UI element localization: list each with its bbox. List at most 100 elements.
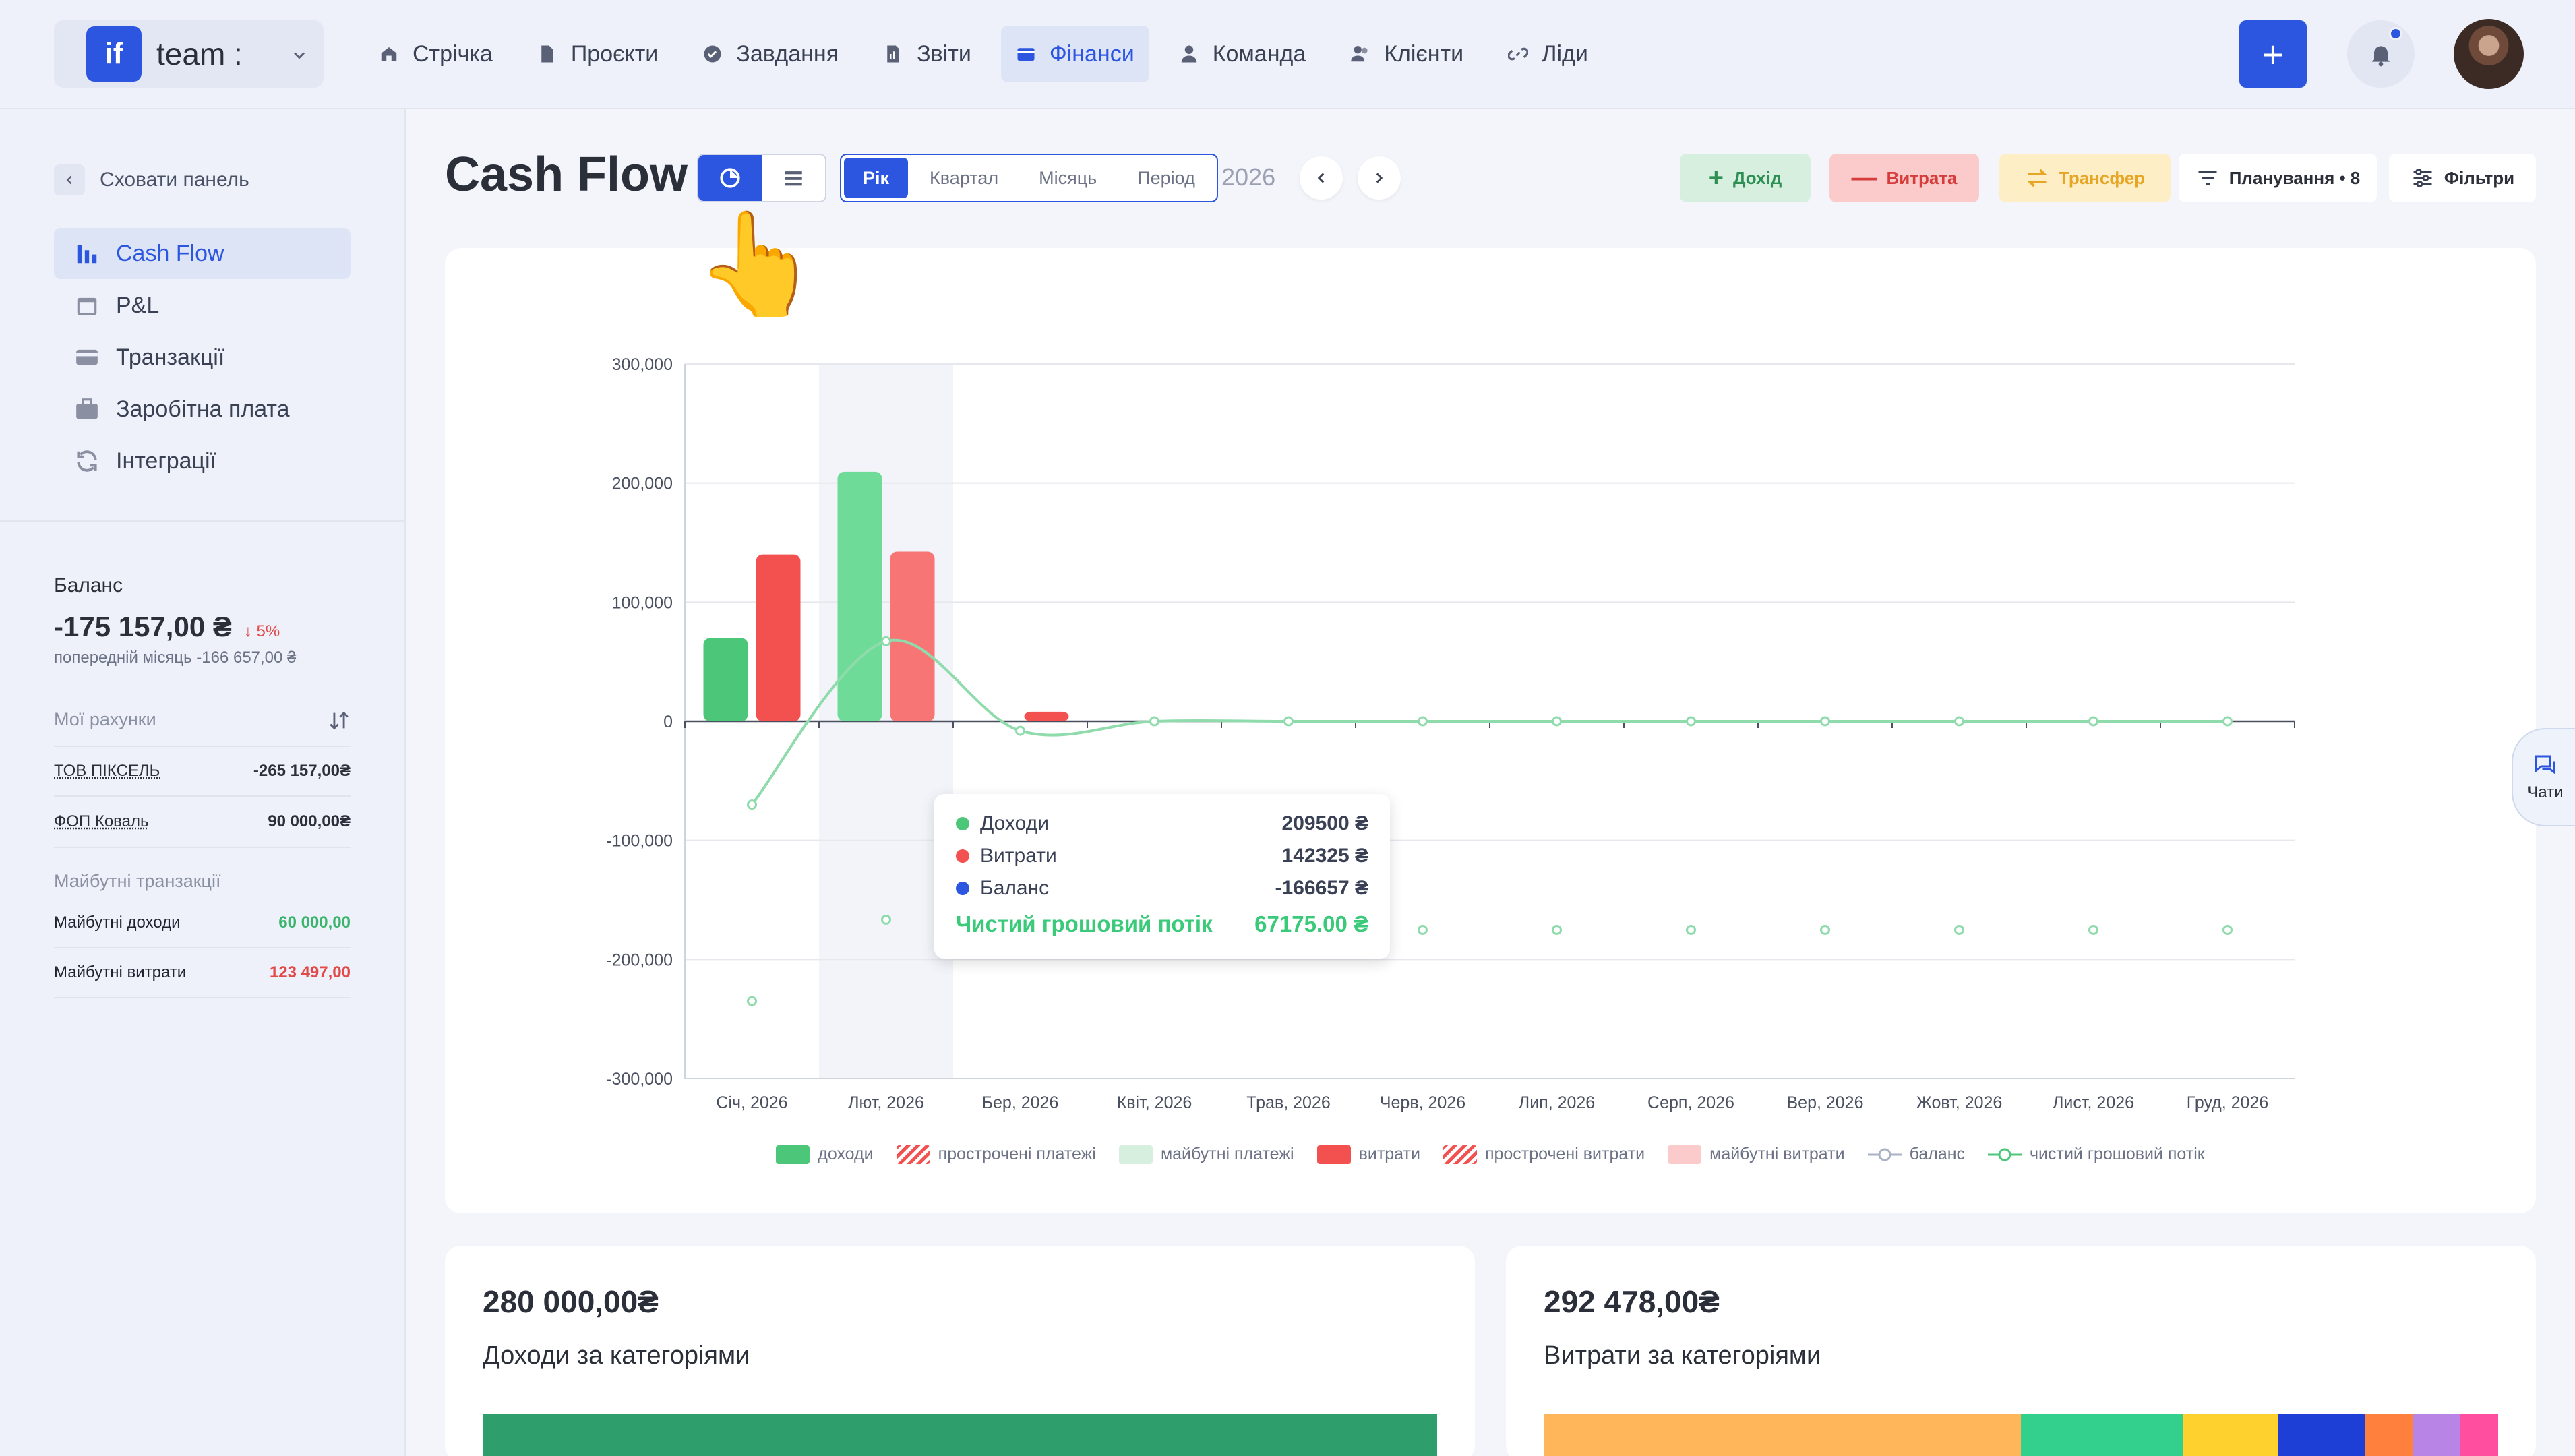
income-by-category-card: 280 000,00₴ Доходи за категоріями bbox=[445, 1246, 1475, 1456]
category-segment[interactable] bbox=[2021, 1414, 2183, 1456]
year-label: 2026 bbox=[1221, 163, 1275, 191]
list-view-button[interactable] bbox=[762, 155, 825, 201]
future-label: Майбутні доходи bbox=[54, 913, 181, 932]
cash-flow-chart[interactable]: 300,000 200,000 100,000 0 -100,000 -200,000 -3… bbox=[445, 248, 2536, 1145]
add-transfer-button[interactable]: Трансфер bbox=[1999, 154, 2171, 202]
next-year-button[interactable] bbox=[1358, 156, 1401, 200]
account-name: ФОП Коваль bbox=[54, 812, 149, 831]
tooltip-row-expense: Витрати 142325 ₴ bbox=[956, 840, 1368, 872]
nav-item-feed[interactable]: Стрічка bbox=[364, 26, 508, 82]
legend-swatch-expenses bbox=[1317, 1145, 1351, 1164]
tab-month[interactable]: Місяць bbox=[1020, 158, 1116, 198]
tooltip-value: -166657 ₴ bbox=[1275, 877, 1368, 900]
tooltip-row-balance: Баланс -166657 ₴ bbox=[956, 872, 1368, 905]
tooltip-label: Доходи bbox=[980, 812, 1049, 835]
balance-point bbox=[748, 997, 756, 1005]
legend-line-balance bbox=[1868, 1145, 1902, 1164]
sort-icon[interactable] bbox=[328, 709, 351, 732]
legend-line-net-flow bbox=[1988, 1145, 2022, 1164]
legend-item[interactable]: витрати bbox=[1317, 1145, 1420, 1164]
income-category-bar[interactable] bbox=[483, 1414, 1437, 1456]
sidebar-item-label: Cash Flow bbox=[116, 241, 224, 267]
nav-item-clients[interactable]: Клієнти bbox=[1335, 26, 1478, 82]
chart-legend: доходи прострочені платежі майбутні плат… bbox=[445, 1145, 2536, 1164]
cash-flow-chart-card: 300,000 200,000 100,000 0 -100,000 -200,000 -3… bbox=[445, 248, 2536, 1213]
nav-item-finance[interactable]: Фінанси bbox=[1001, 26, 1149, 82]
balance-point bbox=[2224, 926, 2232, 934]
category-segment[interactable] bbox=[2183, 1414, 2279, 1456]
sidebar-item-cash-flow[interactable]: Cash Flow bbox=[54, 228, 351, 279]
future-expense-row[interactable]: Майбутні витрати 123 497,00 bbox=[54, 948, 351, 998]
tab-year[interactable]: Рік bbox=[844, 158, 908, 198]
account-value: 90 000,00₴ bbox=[268, 812, 351, 831]
future-income-row[interactable]: Майбутні доходи 60 000,00 bbox=[54, 899, 351, 948]
net-cash-flow-point bbox=[1285, 717, 1293, 725]
sidebar-item-payroll[interactable]: Заробітна плата bbox=[54, 384, 351, 435]
category-segment[interactable] bbox=[1544, 1414, 2021, 1456]
legend-item[interactable]: чистий грошовий потік bbox=[1988, 1145, 2205, 1164]
filters-button[interactable]: Фільтри bbox=[2389, 154, 2536, 202]
tab-period[interactable]: Період bbox=[1118, 158, 1214, 198]
page-title: Cash Flow bbox=[445, 147, 688, 202]
add-income-button[interactable]: + Дохід bbox=[1680, 154, 1811, 202]
create-button[interactable]: + bbox=[2239, 20, 2307, 88]
prev-year-button[interactable] bbox=[1300, 156, 1343, 200]
card-icon bbox=[74, 344, 100, 370]
list-icon bbox=[782, 166, 805, 189]
balance-point bbox=[2090, 926, 2098, 934]
expense-bar bbox=[756, 555, 801, 721]
user-avatar[interactable] bbox=[2454, 19, 2524, 89]
category-segment[interactable] bbox=[2278, 1414, 2364, 1456]
x-tick-label: Лип, 2026 bbox=[1519, 1093, 1595, 1112]
pointing-hand-icon: 👆 bbox=[694, 213, 820, 314]
sidebar-item-transactions[interactable]: Транзакції bbox=[54, 332, 351, 383]
legend-item[interactable]: прострочені платежі bbox=[897, 1145, 1096, 1164]
nav-item-team[interactable]: Команда bbox=[1164, 26, 1321, 82]
legend-item[interactable]: прострочені витрати bbox=[1443, 1145, 1645, 1164]
future-transactions-title: Майбутні транзакції bbox=[54, 871, 351, 892]
legend-item[interactable]: майбутні витрати bbox=[1668, 1145, 1844, 1164]
legend-item[interactable]: баланс bbox=[1868, 1145, 1965, 1164]
add-expense-button[interactable]: — Витрата bbox=[1829, 154, 1979, 202]
notification-dot bbox=[2389, 27, 2402, 40]
expense-category-bar[interactable] bbox=[1544, 1414, 2498, 1456]
workspace-switcher[interactable]: if team : bbox=[54, 20, 324, 88]
y-tick-label: 300,000 bbox=[612, 355, 673, 374]
tooltip-row-income: Доходи 209500 ₴ bbox=[956, 808, 1368, 840]
legend-label: витрати bbox=[1359, 1145, 1420, 1164]
planning-button[interactable]: Планування • 8 bbox=[2179, 154, 2377, 202]
sidebar-divider bbox=[0, 520, 406, 522]
nav-item-leads[interactable]: Ліди bbox=[1493, 26, 1603, 82]
sidebar-item-integrations[interactable]: Інтеграції bbox=[54, 435, 351, 487]
chart-view-button[interactable] bbox=[698, 155, 762, 201]
user-icon bbox=[1179, 44, 1199, 64]
category-segment[interactable] bbox=[2460, 1414, 2498, 1456]
net-cash-flow-point bbox=[1687, 717, 1695, 725]
nav-label: Ліди bbox=[1542, 41, 1588, 67]
category-segment[interactable] bbox=[483, 1414, 1437, 1456]
nav-item-projects[interactable]: Проєкти bbox=[522, 26, 673, 82]
legend-item[interactable]: майбутні платежі bbox=[1119, 1145, 1294, 1164]
nav-item-reports[interactable]: Звіти bbox=[868, 26, 986, 82]
chat-icon bbox=[2533, 752, 2557, 777]
balance-value: -175 157,00 ₴ bbox=[54, 611, 232, 643]
tooltip-dot bbox=[956, 849, 969, 863]
tooltip-total: Чистий грошовий потік 67175.00 ₴ bbox=[956, 911, 1368, 937]
notifications-button[interactable] bbox=[2347, 20, 2415, 88]
tab-quarter[interactable]: Квартал bbox=[911, 158, 1017, 198]
legend-label: прострочені платежі bbox=[938, 1145, 1096, 1164]
nav-label: Проєкти bbox=[571, 41, 658, 67]
category-segment[interactable] bbox=[2365, 1414, 2413, 1456]
nav-item-tasks[interactable]: Завдання bbox=[688, 26, 853, 82]
hide-panel-button[interactable]: Сховати панель bbox=[54, 164, 249, 195]
legend-item[interactable]: доходи bbox=[776, 1145, 873, 1164]
sidebar-item-label: P&L bbox=[116, 293, 159, 319]
account-row[interactable]: ФОП Коваль 90 000,00₴ bbox=[54, 797, 351, 848]
top-bar: if team : Стрічка Проєкти Завдання Звіти… bbox=[0, 0, 2575, 109]
file-icon bbox=[537, 44, 557, 64]
account-row[interactable]: ТОВ ПІКСЕЛЬ -265 157,00₴ bbox=[54, 746, 351, 797]
sidebar-item-pnl[interactable]: P&L bbox=[54, 280, 351, 331]
category-segment[interactable] bbox=[2413, 1414, 2460, 1456]
accounts-list: ТОВ ПІКСЕЛЬ -265 157,00₴ ФОП Коваль 90 0… bbox=[54, 746, 351, 848]
chats-button[interactable]: Чати bbox=[2512, 728, 2575, 826]
